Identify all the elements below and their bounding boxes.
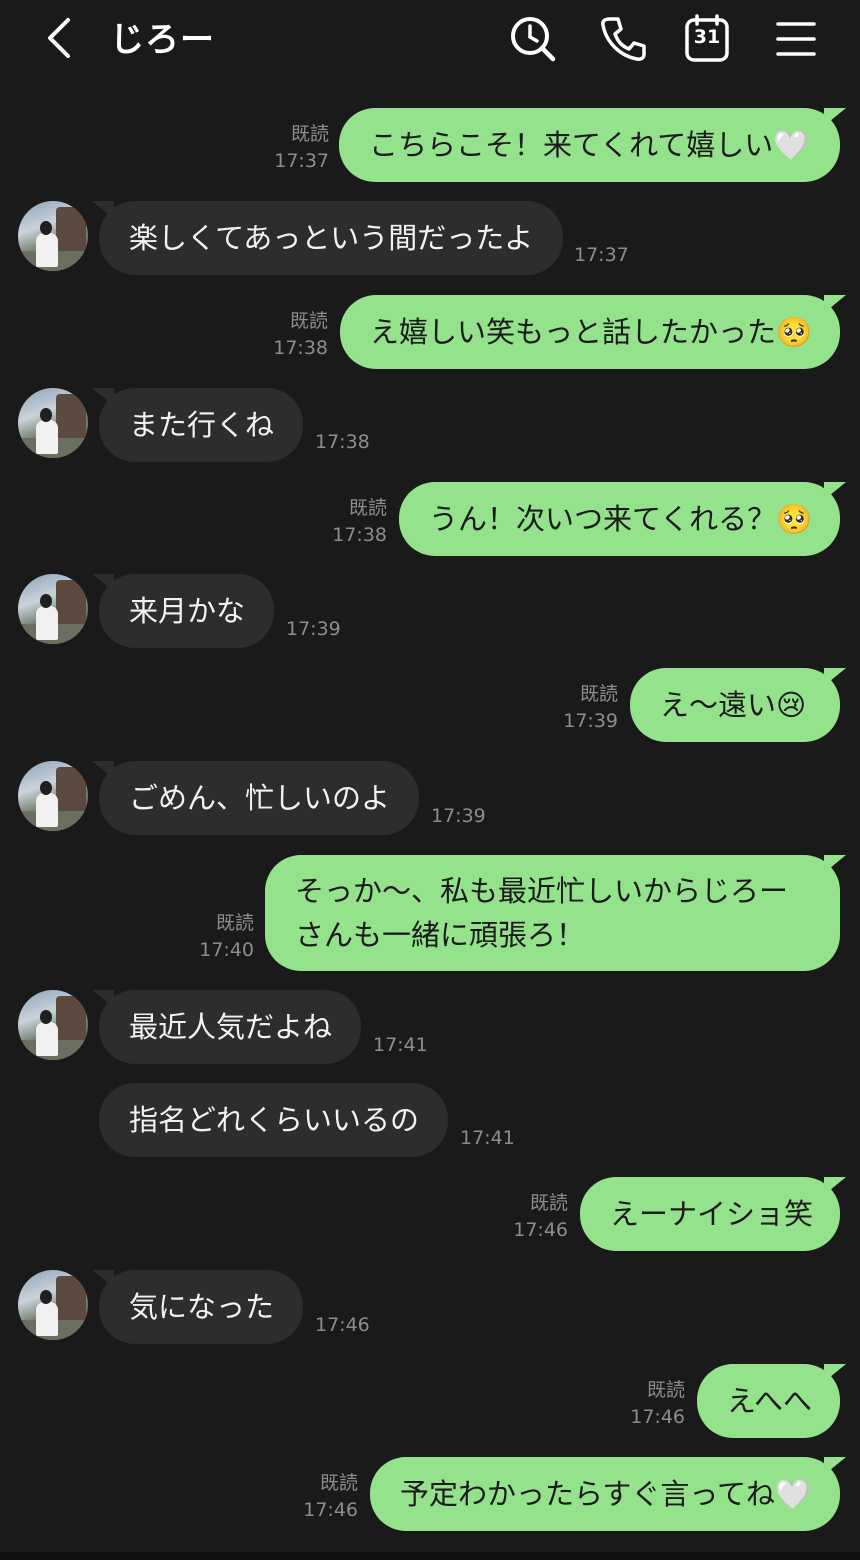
message-time: 17:41 <box>460 1127 515 1149</box>
message-bubble[interactable]: 楽しくてあっという間だったよ <box>99 201 563 275</box>
message-bubble[interactable]: 指名どれくらいいるの <box>99 1083 448 1157</box>
calendar-icon[interactable]: 31 <box>684 14 734 64</box>
message-bubble[interactable]: ごめん、忙しいのよ <box>99 761 419 835</box>
chat-header: じろー 31 <box>0 0 860 88</box>
message-time: 17:46 <box>315 1314 370 1336</box>
message-bubble[interactable]: 最近人気だよね <box>99 990 361 1064</box>
read-receipt: 既読 17:46 <box>630 1379 685 1428</box>
avatar[interactable] <box>18 388 88 458</box>
message-bubble[interactable]: え〜遠い😢 <box>630 668 840 742</box>
message-time: 17:41 <box>373 1034 428 1056</box>
avatar[interactable] <box>18 574 88 644</box>
message-bubble[interactable]: 予定わかったらすぐ言ってね🤍 <box>370 1457 840 1531</box>
message-bubble[interactable]: こちらこそ！来てくれて嬉しい🤍 <box>339 108 840 182</box>
message-time: 17:39 <box>431 805 486 827</box>
message-bubble[interactable]: 来月かな <box>99 574 274 648</box>
message-bubble[interactable]: うん！次いつ来てくれる？🥺 <box>399 482 840 556</box>
back-icon[interactable] <box>38 16 82 60</box>
read-receipt: 既読 17:38 <box>332 497 387 546</box>
message-bubble[interactable]: 気になった <box>99 1270 303 1344</box>
bottom-edge <box>0 1552 860 1560</box>
message-bubble[interactable]: えーナイショ笑 <box>580 1177 840 1251</box>
message-time: 17:38 <box>315 431 370 453</box>
message-bubble[interactable]: えへへ <box>697 1364 840 1438</box>
message-bubble[interactable]: そっか〜、私も最近忙しいからじろーさんも一緒に頑張ろ！ <box>265 855 840 971</box>
avatar[interactable] <box>18 201 88 271</box>
message-time: 17:37 <box>574 244 629 266</box>
message-time: 17:39 <box>286 618 341 640</box>
read-receipt: 既読 17:46 <box>303 1472 358 1521</box>
message-bubble[interactable]: え嬉しい笑もっと話したかった🥺 <box>340 295 840 369</box>
message-bubble[interactable]: また行くね <box>99 388 303 462</box>
read-receipt: 既読 17:46 <box>513 1192 568 1241</box>
avatar[interactable] <box>18 761 88 831</box>
phone-icon[interactable] <box>598 14 648 64</box>
avatar[interactable] <box>18 1270 88 1340</box>
read-receipt: 既読 17:38 <box>273 310 328 359</box>
calendar-day: 31 <box>693 26 721 48</box>
avatar[interactable] <box>18 990 88 1060</box>
read-receipt: 既読 17:37 <box>274 123 329 172</box>
read-receipt: 既読 17:39 <box>563 683 618 732</box>
menu-icon[interactable] <box>772 14 822 64</box>
search-icon[interactable] <box>508 14 558 64</box>
chat-title: じろー <box>110 20 215 60</box>
read-receipt: 既読 17:40 <box>199 912 254 961</box>
